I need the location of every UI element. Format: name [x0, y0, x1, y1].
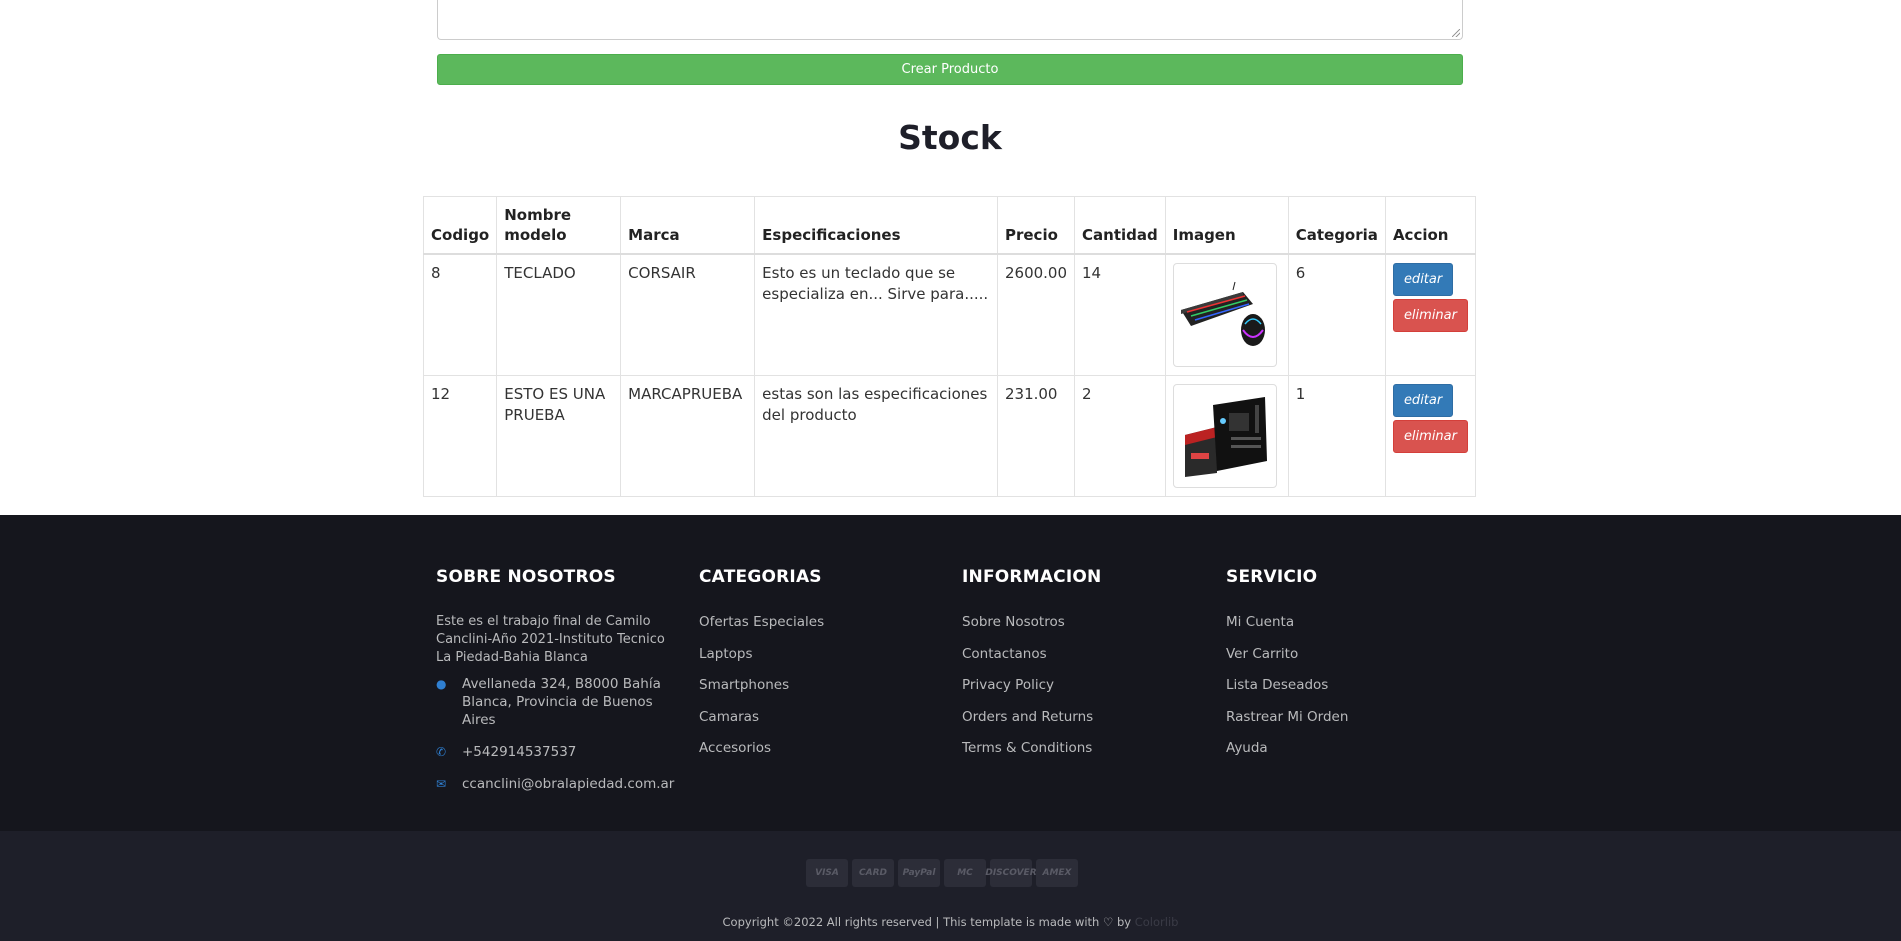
footer-link[interactable]: Ofertas Especiales [699, 613, 939, 645]
colorlib-link[interactable]: Colorlib [1135, 915, 1179, 929]
resize-grip-icon[interactable] [1452, 29, 1460, 37]
edit-button[interactable]: editar [1392, 384, 1454, 417]
credit-card-icon: CARD [852, 859, 894, 887]
cell-cantidad: 2 [1074, 375, 1166, 497]
column-header: Cantidad [1074, 196, 1166, 255]
footer-link[interactable]: Orders and Returns [962, 708, 1202, 740]
table-header-row: Codigo Nombre modelo Marca Especificacio… [422, 196, 1477, 255]
table-row: 8 TECLADO CORSAIR Esto es un teclado que… [422, 253, 1477, 376]
footer-heading: SOBRE NOSOTROS [436, 567, 616, 587]
footer-link[interactable]: Terms & Conditions [962, 739, 1202, 771]
cell-precio: 2600.00 [996, 253, 1076, 376]
page-title: Stock [898, 118, 1002, 157]
cell-nombre: TECLADO [496, 253, 622, 376]
map-marker-icon: ● [436, 677, 447, 691]
phone-icon: ✆ [436, 745, 447, 759]
cell-especificaciones: Esto es un teclado que se especializa en… [754, 253, 998, 376]
phone-text: +542914537537 [462, 744, 577, 760]
column-header: Marca [620, 196, 756, 255]
footer-heading: INFORMACION [962, 567, 1102, 587]
footer-link[interactable]: Camaras [699, 708, 939, 740]
footer-link[interactable]: Lista Deseados [1226, 676, 1466, 708]
footer-link[interactable]: Mi Cuenta [1226, 613, 1466, 645]
keyboard-mouse-icon [1180, 281, 1265, 346]
footer-information: INFORMACION Sobre Nosotros Contactanos P… [962, 567, 1202, 771]
footer-link[interactable]: Accesorios [699, 739, 939, 771]
footer-link[interactable]: Contactanos [962, 645, 1202, 677]
cell-codigo: 12 [422, 375, 498, 497]
cell-cantidad: 14 [1074, 253, 1166, 376]
copyright: Copyright ©2022 All rights reserved | Th… [0, 915, 1901, 929]
footer-link[interactable]: Rastrear Mi Orden [1226, 708, 1466, 740]
cell-imagen [1164, 253, 1289, 376]
contact-address: ● Avellaneda 324, B8000 Bahía Blanca, Pr… [436, 675, 676, 729]
copyright-text: Copyright ©2022 All rights reserved | Th… [722, 915, 1100, 929]
footer [0, 515, 1901, 831]
cell-accion: editar eliminar [1384, 253, 1477, 376]
footer-categories: CATEGORIAS Ofertas Especiales Laptops Sm… [699, 567, 939, 771]
about-text: Este es el trabajo final de Camilo Cancl… [436, 614, 665, 665]
mastercard-icon: MC [944, 859, 986, 887]
cell-precio: 231.00 [996, 375, 1076, 497]
footer-link[interactable]: Smartphones [699, 676, 939, 708]
footer-heading: SERVICIO [1226, 567, 1318, 587]
column-header: Nombre modelo [496, 196, 622, 255]
heart-icon: ♡ [1103, 915, 1114, 929]
edit-button[interactable]: editar [1392, 263, 1454, 296]
product-thumbnail [1172, 263, 1277, 367]
stock-table: Codigo Nombre modelo Marca Especificacio… [422, 196, 1477, 497]
column-header: Precio [996, 196, 1076, 255]
column-header: Accion [1384, 196, 1477, 255]
envelope-icon: ✉ [436, 777, 447, 791]
footer-about: SOBRE NOSOTROS Este es el trabajo final … [436, 567, 676, 793]
table-row: 12 ESTO ES UNA PRUEBA MARCAPRUEBA estas … [422, 375, 1477, 497]
cell-nombre: ESTO ES UNA PRUEBA [496, 375, 622, 497]
copyright-by: by [1116, 915, 1132, 929]
footer-service: SERVICIO Mi Cuenta Ver Carrito Lista Des… [1226, 567, 1466, 771]
column-header: Imagen [1164, 196, 1289, 255]
paypal-icon: PayPal [898, 859, 940, 887]
motherboard-box-icon [1184, 397, 1267, 477]
product-thumbnail [1172, 384, 1277, 488]
contact-email[interactable]: ✉ ccanclini@obralapiedad.com.ar [436, 775, 676, 793]
cell-marca: CORSAIR [620, 253, 756, 376]
column-header: Categoria [1287, 196, 1386, 255]
discover-icon: DISCOVER [985, 859, 1037, 887]
delete-button[interactable]: eliminar [1392, 420, 1468, 453]
column-header: Codigo [422, 196, 498, 255]
email-text: ccanclini@obralapiedad.com.ar [462, 776, 675, 792]
payment-methods: VISA CARD PayPal MC DISCOVER AMEX [806, 859, 1078, 887]
footer-link[interactable]: Ver Carrito [1226, 645, 1466, 677]
cell-codigo: 8 [422, 253, 498, 376]
delete-button[interactable]: eliminar [1392, 299, 1468, 332]
footer-heading: CATEGORIAS [699, 567, 822, 587]
footer-link[interactable]: Privacy Policy [962, 676, 1202, 708]
amex-icon: AMEX [1036, 859, 1078, 887]
address-text: Avellaneda 324, B8000 Bahía Blanca, Prov… [462, 676, 661, 728]
visa-icon: VISA [806, 859, 848, 887]
cell-imagen [1164, 375, 1289, 497]
cell-marca: MARCAPRUEBA [620, 375, 756, 497]
footer-link[interactable]: Laptops [699, 645, 939, 677]
cell-categoria: 1 [1287, 375, 1386, 497]
cell-categoria: 6 [1287, 253, 1386, 376]
cell-especificaciones: estas son las especificaciones del produ… [754, 375, 998, 497]
specifications-textarea[interactable] [437, 0, 1463, 40]
create-product-button[interactable]: Crear Producto [437, 54, 1463, 85]
contact-phone[interactable]: ✆ +542914537537 [436, 743, 676, 761]
column-header: Especificaciones [754, 196, 998, 255]
cell-accion: editar eliminar [1384, 375, 1477, 497]
footer-link[interactable]: Ayuda [1226, 739, 1466, 771]
footer-link[interactable]: Sobre Nosotros [962, 613, 1202, 645]
